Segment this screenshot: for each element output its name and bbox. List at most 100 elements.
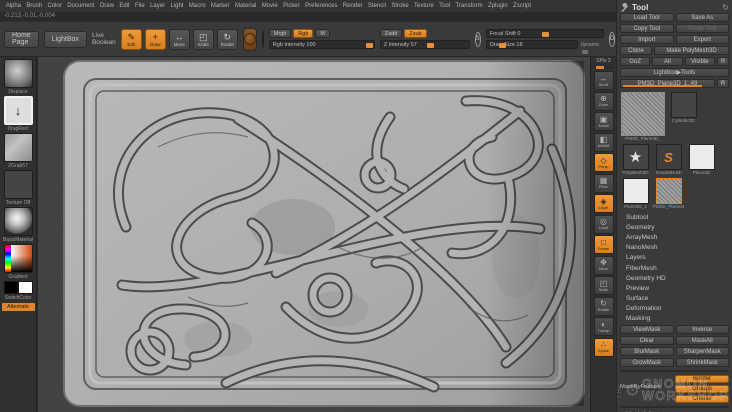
- palette-item[interactable]: Preview: [620, 283, 729, 293]
- menu-item[interactable]: Zscript: [510, 3, 533, 9]
- masking-button[interactable]: ShrinkMask: [675, 358, 729, 368]
- rgb-intensity-slider[interactable]: Rgb Intensity 100: [268, 40, 375, 49]
- shelf-button[interactable]: ◎ Local: [593, 214, 614, 234]
- slider-handle[interactable]: [595, 65, 604, 69]
- palette-item[interactable]: Geometry: [620, 222, 729, 232]
- home-page-button[interactable]: Home Page: [4, 30, 39, 48]
- shelf-button[interactable]: ↻ Rotate: [593, 296, 614, 316]
- menu-item[interactable]: Stencil: [365, 3, 388, 9]
- secondary-color-swatch[interactable]: [18, 281, 33, 294]
- sculpt-mode-button[interactable]: Zsub: [404, 29, 427, 38]
- menu-item[interactable]: Light: [168, 3, 186, 9]
- import-button[interactable]: Import: [620, 35, 674, 44]
- refresh-icon[interactable]: ↻: [722, 3, 729, 12]
- sculpt-mode-button[interactable]: Zadd: [379, 29, 403, 38]
- all-button[interactable]: All: [652, 57, 683, 66]
- menu-item[interactable]: Picker: [280, 3, 302, 9]
- tool-thumbnail[interactable]: Cylinder3D: [668, 92, 699, 142]
- r-button[interactable]: R: [716, 57, 729, 66]
- shelf-button[interactable]: ⊕ Zoom: [593, 91, 614, 111]
- menu-item[interactable]: Color: [45, 3, 65, 9]
- current-brush-thumbnail[interactable]: [3, 59, 33, 88]
- tool-thumbnail[interactable]: S SimpleBrush: [653, 144, 684, 176]
- menu-item[interactable]: Macro: [186, 3, 208, 9]
- alternate-button[interactable]: Alternate: [1, 303, 35, 311]
- palette-item[interactable]: NanoMesh: [620, 243, 729, 253]
- tool-thumbnail[interactable]: Plane3D: [686, 144, 717, 176]
- save-as-button[interactable]: Save As: [675, 13, 729, 22]
- shelf-button[interactable]: ▦ Floor: [593, 173, 614, 193]
- brush-preview-button[interactable]: [242, 27, 257, 51]
- draw-size-slider[interactable]: Draw Size 18: [485, 40, 578, 49]
- color-swatches[interactable]: [3, 281, 33, 294]
- current-alpha-thumbnail[interactable]: [3, 133, 33, 162]
- mode-button[interactable]: ✎ Edit: [120, 28, 142, 50]
- feature-button[interactable]: Border: [675, 375, 729, 384]
- shelf-button[interactable]: ◰ Scale: [593, 276, 614, 295]
- menu-item[interactable]: Document: [65, 3, 98, 9]
- tool-thumbnail[interactable]: Plane3D_1: [620, 178, 651, 210]
- clone-button[interactable]: Clone: [620, 46, 652, 55]
- dynamic-label[interactable]: dynamic: [581, 42, 600, 48]
- tool-thumbnail[interactable]: PM3D_Plane3D_: [653, 178, 684, 210]
- paint-mode-button[interactable]: M: [315, 29, 331, 38]
- menu-item[interactable]: Marker: [208, 3, 232, 9]
- shelf-button[interactable]: ✥ Move: [593, 255, 614, 275]
- focal-shift-slider[interactable]: Focal Shift 0: [485, 29, 604, 38]
- active-tool-r-button[interactable]: R: [717, 79, 729, 88]
- masking-button[interactable]: GrowMask: [620, 358, 674, 368]
- live-boolean-toggle[interactable]: Live Boolean: [92, 32, 116, 46]
- shelf-button[interactable]: ◇ Persp: [593, 153, 614, 172]
- menu-item[interactable]: Zplugin: [485, 3, 510, 9]
- active-tool-button[interactable]: PM3D_Plane3D_1. 49: [620, 79, 715, 88]
- palette-item[interactable]: Geometry HD: [620, 273, 729, 283]
- palette-item[interactable]: FiberMesh: [620, 263, 729, 273]
- menu-item[interactable]: Tool: [436, 3, 452, 9]
- shelf-button[interactable]: ◧ AAHalf: [593, 132, 614, 152]
- mode-button[interactable]: + Draw: [144, 28, 166, 50]
- slider-handle[interactable]: [365, 42, 373, 48]
- shelf-button[interactable]: ◐ Transp: [593, 317, 614, 336]
- material-sphere-button[interactable]: [261, 30, 264, 48]
- tool-slider[interactable]: [623, 85, 703, 87]
- menu-item[interactable]: File: [132, 3, 147, 9]
- mode-button[interactable]: ↔ Move: [168, 28, 190, 50]
- shelf-button[interactable]: ◈ LSym: [593, 194, 614, 213]
- shelf-button[interactable]: ↔ Scroll: [593, 71, 614, 90]
- masking-button[interactable]: ViewMask: [620, 325, 674, 335]
- spix-slider[interactable]: [593, 65, 614, 69]
- saturation-square[interactable]: [10, 245, 32, 272]
- palette-item[interactable]: Subtool: [620, 212, 729, 222]
- palette-item[interactable]: Masking: [620, 314, 729, 324]
- palette-item[interactable]: Layers: [620, 253, 729, 263]
- menu-item[interactable]: Edit: [117, 3, 133, 9]
- menu-item[interactable]: Alpha: [3, 3, 24, 9]
- color-picker[interactable]: [3, 244, 33, 273]
- lightbox-button[interactable]: LightBox: [43, 30, 87, 48]
- z-intensity-slider[interactable]: Z Intensity 57: [379, 40, 470, 49]
- slider-handle[interactable]: [499, 42, 507, 48]
- create-alpha-button[interactable]: Create Alpha: [620, 370, 729, 373]
- current-texture-thumbnail[interactable]: [3, 170, 33, 199]
- menu-item[interactable]: Layer: [147, 3, 167, 9]
- menu-item[interactable]: Transform: [453, 3, 486, 9]
- current-stroke-thumbnail[interactable]: ↓: [3, 96, 33, 125]
- toolbar-scroll-handle[interactable]: [582, 50, 588, 54]
- menu-item[interactable]: Stroke: [389, 3, 412, 9]
- masking-button[interactable]: MaskAll: [675, 336, 729, 346]
- load-tool-button[interactable]: Load Tool: [620, 13, 674, 22]
- paint-mode-button[interactable]: Mrgb: [268, 29, 292, 38]
- menu-item[interactable]: Render: [340, 3, 365, 9]
- feature-button[interactable]: Groups: [675, 385, 729, 394]
- menu-item[interactable]: Movie: [259, 3, 280, 9]
- masking-button[interactable]: Clear: [620, 336, 674, 346]
- menu-item[interactable]: Texture: [411, 3, 436, 9]
- masking-button[interactable]: SharpenMask: [675, 347, 729, 357]
- shelf-button[interactable]: □ Frame: [593, 235, 614, 254]
- visible-button[interactable]: Visible: [684, 57, 715, 66]
- slider-handle[interactable]: [542, 31, 550, 37]
- current-material-thumbnail[interactable]: [3, 207, 33, 236]
- shelf-button[interactable]: ∴ Xpose: [593, 337, 614, 357]
- mode-button[interactable]: ↻ Rotate: [216, 28, 238, 50]
- export-button[interactable]: Export: [675, 35, 729, 44]
